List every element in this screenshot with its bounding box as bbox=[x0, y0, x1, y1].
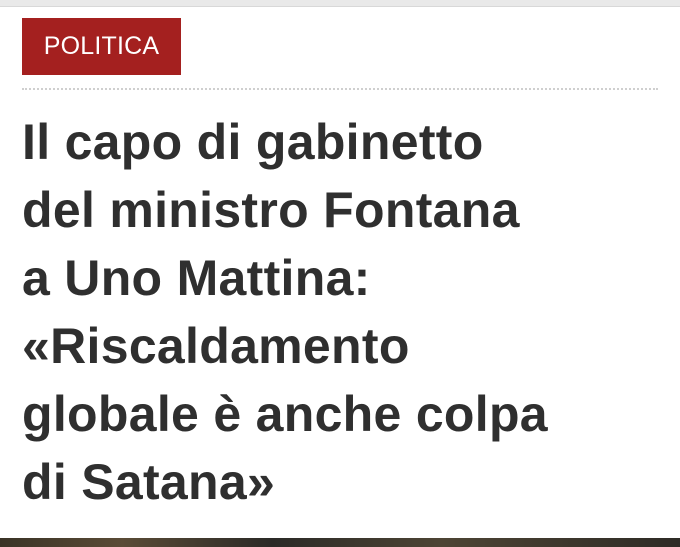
headline-line: «Riscaldamento bbox=[22, 318, 410, 374]
headline-line: globale è anche colpa bbox=[22, 386, 548, 442]
headline-line: del ministro Fontana bbox=[22, 182, 520, 238]
headline-line: Il capo di gabinetto bbox=[22, 114, 484, 170]
cropped-image-strip bbox=[0, 538, 680, 547]
top-border bbox=[0, 0, 680, 7]
category-badge[interactable]: POLITICA bbox=[22, 18, 181, 75]
dotted-divider bbox=[22, 88, 658, 90]
article-headline: Il capo di gabinetto del ministro Fontan… bbox=[22, 108, 667, 516]
headline-line: di Satana» bbox=[22, 454, 276, 510]
headline-line: a Uno Mattina: bbox=[22, 250, 371, 306]
